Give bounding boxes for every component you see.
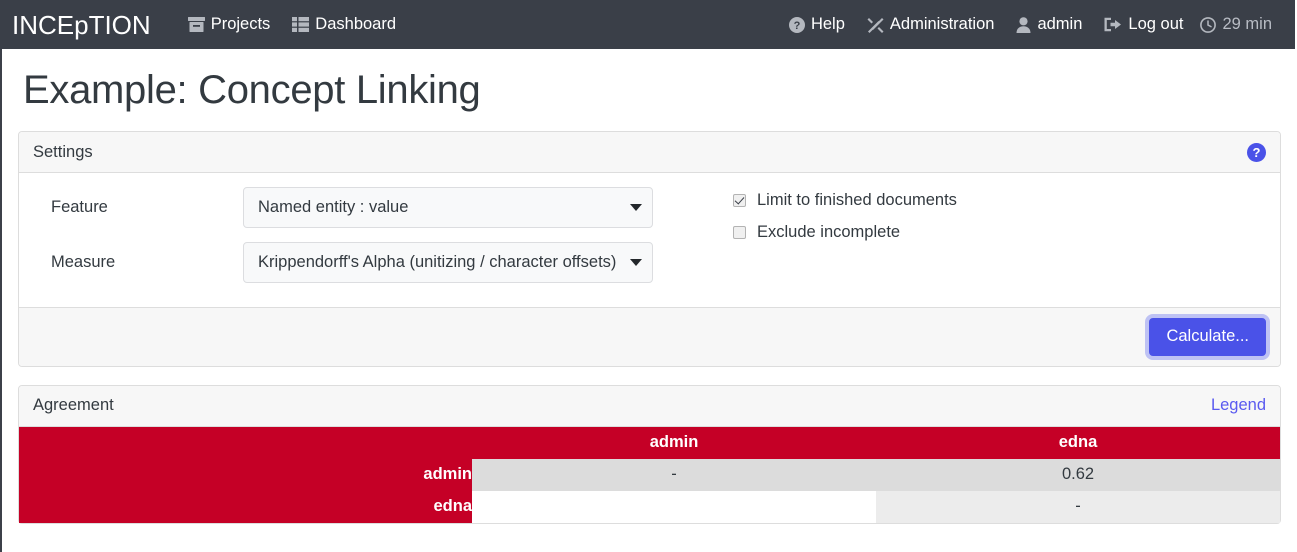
nav-item-help[interactable]: ? Help bbox=[778, 0, 856, 49]
app-brand[interactable]: INCEpTION bbox=[2, 12, 165, 38]
column-header-edna: edna bbox=[876, 427, 1280, 459]
nav-item-user[interactable]: admin bbox=[1005, 0, 1093, 49]
settings-form-column: Feature Named entity : value Measure Kri… bbox=[33, 187, 673, 297]
agreement-card: Agreement Legend admin edna admin - 0.62 bbox=[18, 385, 1281, 524]
nav-item-projects[interactable]: Projects bbox=[177, 0, 282, 49]
exclude-incomplete-row: Exclude incomplete bbox=[733, 223, 957, 242]
table-row: admin - 0.62 bbox=[19, 459, 1280, 491]
table-header-row: admin edna bbox=[19, 427, 1280, 459]
cell-edna-admin bbox=[472, 491, 876, 523]
page-content: Settings ? Feature Named entity : value … bbox=[2, 131, 1297, 524]
settings-title: Settings bbox=[33, 143, 93, 162]
nav-item-dashboard-label: Dashboard bbox=[315, 15, 396, 34]
table-corner-cell bbox=[19, 427, 472, 459]
clock-icon bbox=[1200, 17, 1216, 33]
exclude-incomplete-checkbox[interactable] bbox=[733, 226, 746, 239]
measure-select-value: Krippendorff's Alpha (unitizing / charac… bbox=[258, 253, 624, 272]
session-timer: 29 min bbox=[1194, 0, 1283, 49]
nav-item-projects-label: Projects bbox=[211, 15, 271, 34]
chevron-down-icon bbox=[630, 259, 642, 266]
table-row: edna - bbox=[19, 491, 1280, 523]
nav-item-user-label: admin bbox=[1037, 15, 1082, 34]
nav-item-administration[interactable]: Administration bbox=[856, 0, 1006, 49]
settings-card-header: Settings ? bbox=[19, 132, 1280, 173]
column-header-admin: admin bbox=[472, 427, 876, 459]
feature-select[interactable]: Named entity : value bbox=[243, 187, 653, 228]
svg-text:?: ? bbox=[794, 20, 801, 32]
feature-select-value: Named entity : value bbox=[258, 198, 624, 217]
navbar-right-group: ? Help Administration bbox=[778, 0, 1295, 49]
legend-link[interactable]: Legend bbox=[1211, 396, 1266, 415]
nav-item-dashboard[interactable]: Dashboard bbox=[281, 0, 407, 49]
agreement-card-header: Agreement Legend bbox=[19, 386, 1280, 427]
limit-finished-documents-row: Limit to finished documents bbox=[733, 191, 957, 210]
limit-finished-documents-label[interactable]: Limit to finished documents bbox=[757, 191, 957, 210]
limit-finished-documents-checkbox[interactable] bbox=[733, 194, 746, 207]
th-list-icon bbox=[292, 17, 309, 32]
cell-admin-admin: - bbox=[472, 459, 876, 491]
cell-admin-edna: 0.62 bbox=[876, 459, 1280, 491]
nav-item-logout-label: Log out bbox=[1128, 15, 1183, 34]
measure-label: Measure bbox=[33, 253, 243, 272]
agreement-title: Agreement bbox=[33, 396, 114, 415]
top-navbar: INCEpTION Projects bbox=[0, 0, 1295, 49]
feature-label: Feature bbox=[33, 198, 243, 217]
measure-row: Measure Krippendorff's Alpha (unitizing … bbox=[33, 242, 673, 283]
question-circle-icon: ? bbox=[789, 17, 805, 33]
feature-row: Feature Named entity : value bbox=[33, 187, 673, 228]
nav-item-logout[interactable]: Log out bbox=[1093, 0, 1194, 49]
settings-card-footer: Calculate... bbox=[19, 307, 1280, 366]
help-circle-icon[interactable]: ? bbox=[1247, 143, 1266, 162]
page-title: Example: Concept Linking bbox=[2, 49, 1297, 113]
nav-item-help-label: Help bbox=[811, 15, 845, 34]
cell-edna-edna: - bbox=[876, 491, 1280, 523]
session-timer-label: 29 min bbox=[1222, 15, 1272, 34]
row-header-admin: admin bbox=[19, 459, 472, 491]
navbar-left-group: Projects Dashboard bbox=[177, 0, 407, 49]
agreement-table-head: admin edna bbox=[19, 427, 1280, 459]
agreement-table-body: admin - 0.62 edna - bbox=[19, 459, 1280, 523]
settings-card: Settings ? Feature Named entity : value … bbox=[18, 131, 1281, 367]
settings-options-column: Limit to finished documents Exclude inco… bbox=[673, 187, 957, 297]
chevron-down-icon bbox=[630, 204, 642, 211]
calculate-button[interactable]: Calculate... bbox=[1149, 318, 1266, 356]
tools-icon bbox=[867, 17, 884, 33]
sign-out-icon bbox=[1104, 17, 1122, 32]
agreement-matrix-table: admin edna admin - 0.62 edna - bbox=[19, 427, 1280, 523]
archive-icon bbox=[188, 17, 205, 32]
nav-item-administration-label: Administration bbox=[890, 15, 995, 34]
measure-select[interactable]: Krippendorff's Alpha (unitizing / charac… bbox=[243, 242, 653, 283]
settings-card-body: Feature Named entity : value Measure Kri… bbox=[19, 173, 1280, 307]
user-icon bbox=[1016, 17, 1031, 33]
row-header-edna: edna bbox=[19, 491, 472, 523]
exclude-incomplete-label[interactable]: Exclude incomplete bbox=[757, 223, 900, 242]
